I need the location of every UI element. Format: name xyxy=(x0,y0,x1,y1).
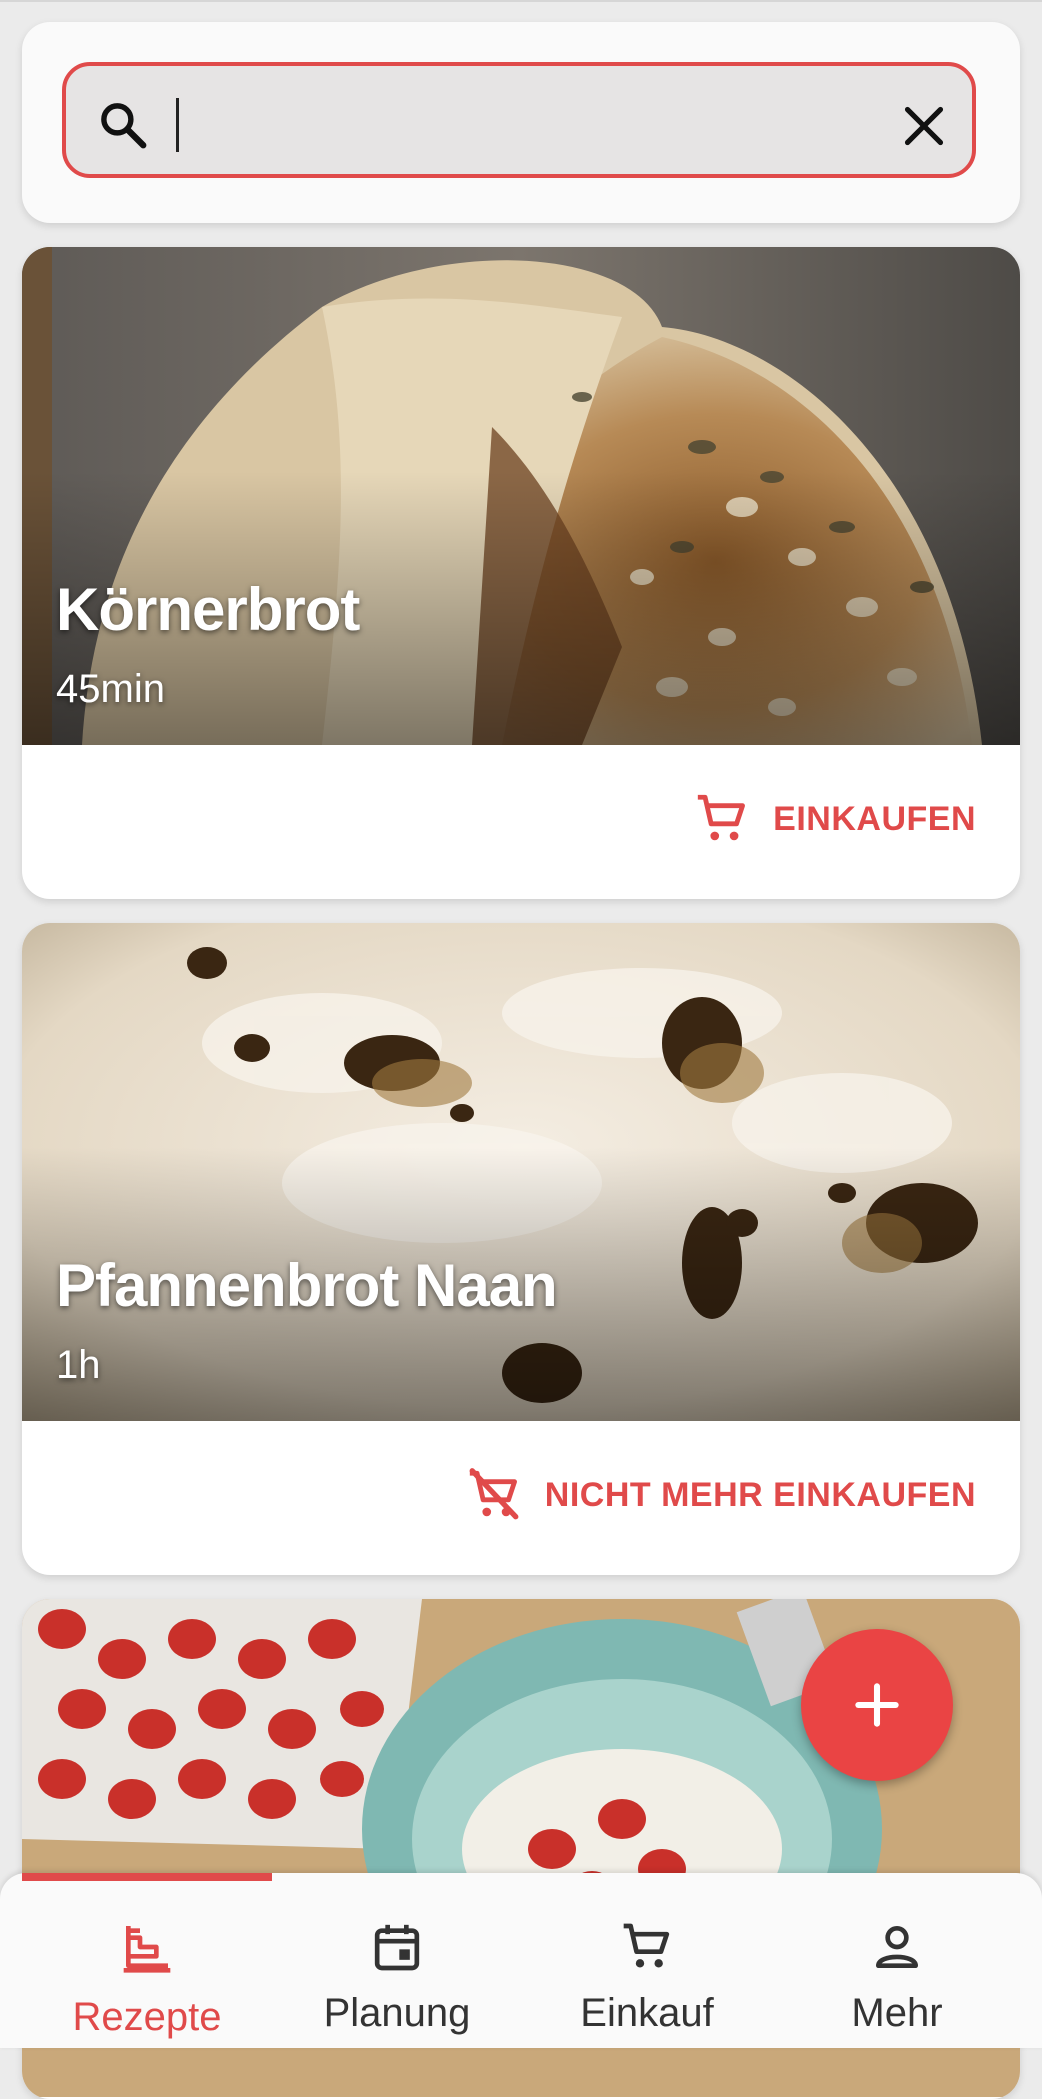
nav-label: Planung xyxy=(323,1991,471,2035)
remove-from-shopping-button[interactable]: NICHT MEHR EINKAUFEN xyxy=(465,1465,976,1525)
nav-label: Einkauf xyxy=(580,1991,714,2035)
recipe-photo: Pfannenbrot Naan 1h xyxy=(22,923,1020,1421)
status-divider xyxy=(0,0,1042,2)
bottom-navigation: Rezepte Planung Einkauf Mehr xyxy=(0,1873,1042,2048)
recipe-title: Körnerbrot xyxy=(56,576,360,643)
recipe-time: 45min xyxy=(56,667,165,711)
calendar-icon xyxy=(374,1924,420,1971)
nav-item-planung[interactable]: Planung xyxy=(272,1873,522,2048)
recipe-icon xyxy=(123,1926,171,1973)
nav-label: Mehr xyxy=(851,1991,943,2035)
add-recipe-button[interactable] xyxy=(801,1629,953,1781)
recipe-card[interactable]: Pfannenbrot Naan 1h NICHT MEHR EINKAUFEN xyxy=(22,923,1020,1575)
text-caret xyxy=(176,98,179,152)
shop-action-label: EINKAUFEN xyxy=(773,799,976,838)
recipe-photo: Körnerbrot 45min xyxy=(22,247,1020,745)
cart-icon xyxy=(697,794,746,841)
cart-icon xyxy=(623,1923,670,1968)
recipe-time: 1h xyxy=(56,1343,101,1387)
cart-off-icon xyxy=(469,1468,519,1520)
recipe-card[interactable]: Körnerbrot 45min EINKAUFEN xyxy=(22,247,1020,899)
search-input[interactable] xyxy=(174,88,878,154)
search-card xyxy=(22,22,1020,223)
nav-item-mehr[interactable]: Mehr xyxy=(772,1873,1022,2048)
person-icon xyxy=(876,1926,918,1968)
plus-icon xyxy=(855,1683,899,1727)
add-to-shopping-button[interactable]: EINKAUFEN xyxy=(693,789,976,849)
shop-action-label: NICHT MEHR EINKAUFEN xyxy=(544,1475,976,1514)
nav-item-rezepte[interactable]: Rezepte xyxy=(22,1873,272,2048)
nav-label: Rezepte xyxy=(72,1995,222,2039)
nav-item-einkauf[interactable]: Einkauf xyxy=(522,1873,772,2048)
search-field[interactable] xyxy=(62,62,976,178)
close-icon[interactable] xyxy=(902,104,946,148)
recipe-title: Pfannenbrot Naan xyxy=(56,1252,558,1319)
search-icon xyxy=(101,103,147,149)
